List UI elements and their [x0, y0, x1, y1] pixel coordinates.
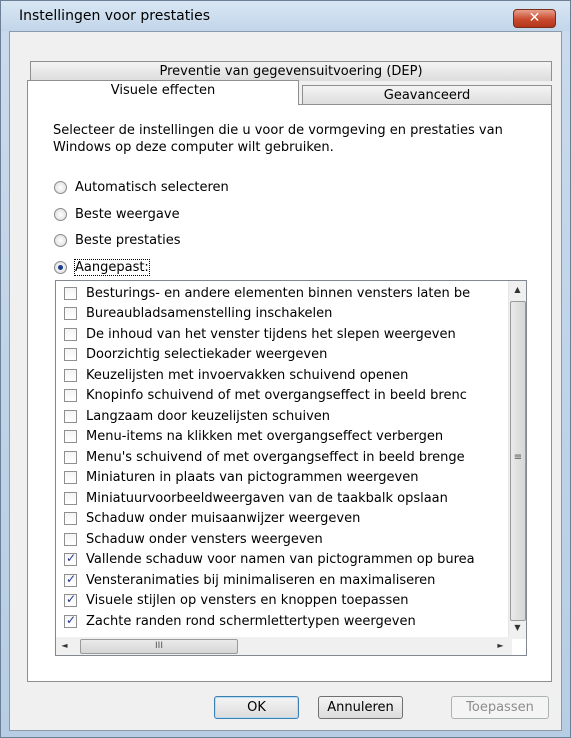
horizontal-scroll-thumb[interactable]: III	[80, 639, 238, 654]
grip-icon: III	[155, 641, 163, 651]
close-button[interactable]: ✕	[513, 9, 556, 28]
description-text: Selecteer de instellingen die u voor de …	[53, 123, 503, 155]
effect-label: Besturings- en andere elementen binnen v…	[86, 285, 471, 301]
effect-checkbox[interactable]	[64, 368, 77, 382]
effect-label: Doorzichtig selectiekader weergeven	[86, 347, 328, 362]
effect-checkbox[interactable]	[64, 532, 77, 546]
visual-effects-list[interactable]: Besturings- en andere elementen binnen v…	[55, 280, 527, 656]
radio-button[interactable]	[54, 180, 67, 194]
list-item[interactable]: Schaduw onder muisaanwijzer weergeven	[64, 509, 360, 529]
vertical-scrollbar[interactable]: ▲ ≡ ▼	[508, 281, 526, 639]
list-item[interactable]: De inhoud van het venster tijdens het sl…	[64, 324, 456, 344]
effect-label: Miniatuurvoorbeeldweergaven van de taakb…	[86, 490, 448, 506]
window-title: Instellingen voor prestaties	[19, 8, 210, 24]
effect-checkbox[interactable]	[64, 307, 77, 320]
title-bar[interactable]: Instellingen voor prestaties ✕	[1, 1, 570, 31]
effect-label: Vallende schaduw voor namen van pictogra…	[86, 552, 475, 567]
list-item[interactable]: Visuele stijlen op vensters en knoppen t…	[64, 591, 408, 611]
effect-label: De inhoud van het venster tijdens het sl…	[86, 326, 456, 342]
effect-checkbox[interactable]	[64, 551, 77, 566]
list-item[interactable]: Besturings- en andere elementen binnen v…	[64, 283, 470, 303]
list-item[interactable]: Miniatuurvoorbeeldweergaven van de taakb…	[64, 488, 448, 508]
radio-label: Beste prestaties	[75, 232, 181, 248]
scroll-right-arrow-icon[interactable]: ►	[492, 641, 509, 650]
list-item[interactable]: Langzaam door keuzelijsten schuiven	[64, 406, 330, 426]
effect-label: Keuzelijsten met invoervakken schuivend …	[86, 367, 409, 383]
list-item[interactable]: Doorzichtig selectiekader weergeven	[64, 345, 327, 365]
effect-checkbox[interactable]	[64, 572, 77, 587]
list-item[interactable]: Schaduw onder vensters weergeven	[64, 529, 323, 549]
effect-label: Vensteranimaties bij minimaliseren en ma…	[86, 572, 436, 588]
effect-checkbox[interactable]	[64, 430, 77, 443]
effect-checkbox[interactable]	[64, 592, 77, 607]
list-item[interactable]: Keuzelijsten met invoervakken schuivend …	[64, 365, 408, 385]
radio-button[interactable]	[54, 260, 67, 274]
vertical-scroll-thumb[interactable]: ≡	[510, 301, 526, 621]
list-item[interactable]: Bureaubladsamenstelling inschakelen	[64, 304, 332, 324]
tab-visual-effects[interactable]: Visuele effecten	[27, 80, 299, 105]
list-item[interactable]: Miniaturen in plaats van pictogrammen we…	[64, 468, 418, 488]
grip-icon: ≡	[513, 452, 523, 463]
cancel-button[interactable]: Annuleren	[318, 696, 403, 719]
list-item[interactable]: Zachte randen rond schermlettertypen wee…	[64, 611, 416, 631]
ok-button[interactable]: OK	[214, 696, 299, 719]
radio-option[interactable]: Automatisch selecteren	[54, 178, 229, 196]
list-item[interactable]: Vallende schaduw voor namen van pictogra…	[64, 550, 475, 570]
radio-option[interactable]: Aangepast:	[54, 258, 150, 276]
close-icon: ✕	[528, 10, 541, 26]
effect-label: Schaduw onder vensters weergeven	[86, 531, 323, 547]
effect-checkbox[interactable]	[64, 613, 77, 628]
radio-option[interactable]: Beste prestaties	[54, 231, 181, 249]
list-item[interactable]: Knopinfo schuivend of met overgangseffec…	[64, 386, 467, 406]
effect-checkbox[interactable]	[64, 286, 77, 300]
effect-label: Bureaubladsamenstelling inschakelen	[86, 306, 333, 321]
radio-option[interactable]: Beste weergave	[54, 205, 180, 223]
tab-dep[interactable]: Preventie van gegevensuitvoering (DEP)	[30, 61, 552, 81]
effect-label: Schaduw onder muisaanwijzer weergeven	[86, 511, 361, 526]
radio-button[interactable]	[54, 233, 67, 247]
effect-checkbox[interactable]	[64, 491, 77, 505]
effect-label: Zachte randen rond schermlettertypen wee…	[86, 613, 416, 629]
radio-label: Aangepast:	[74, 258, 150, 276]
apply-button[interactable]: Toepassen	[451, 696, 549, 719]
scroll-up-arrow-icon[interactable]: ▲	[509, 285, 526, 294]
effect-checkbox[interactable]	[64, 409, 77, 423]
radio-label: Automatisch selecteren	[75, 179, 229, 195]
effect-label: Menu's schuivend of met overgangseffect …	[86, 449, 465, 465]
scroll-down-arrow-icon[interactable]: ▼	[509, 623, 526, 632]
effect-checkbox[interactable]	[64, 512, 77, 525]
effect-label: Langzaam door keuzelijsten schuiven	[86, 408, 331, 424]
radio-button[interactable]	[54, 207, 67, 221]
effect-checkbox[interactable]	[64, 450, 77, 464]
effect-label: Miniaturen in plaats van pictogrammen we…	[86, 470, 419, 485]
horizontal-scrollbar[interactable]: ◄ III ►	[56, 637, 512, 655]
effect-label: Knopinfo schuivend of met overgangseffec…	[86, 388, 467, 403]
effect-label: Visuele stijlen op vensters en knoppen t…	[86, 593, 409, 608]
list-item[interactable]: Menu's schuivend of met overgangseffect …	[64, 447, 465, 467]
effect-checkbox[interactable]	[64, 471, 77, 484]
list-item[interactable]: Vensteranimaties bij minimaliseren en ma…	[64, 570, 435, 590]
effect-checkbox[interactable]	[64, 327, 77, 341]
effect-checkbox[interactable]	[64, 348, 77, 361]
scroll-left-arrow-icon[interactable]: ◄	[56, 641, 73, 650]
tab-advanced[interactable]: Geavanceerd	[302, 85, 552, 105]
effect-checkbox[interactable]	[64, 389, 77, 402]
radio-label: Beste weergave	[75, 206, 180, 222]
effect-label: Menu-items na klikken met overgangseffec…	[86, 429, 444, 444]
list-item[interactable]: Menu-items na klikken met overgangseffec…	[64, 427, 443, 447]
